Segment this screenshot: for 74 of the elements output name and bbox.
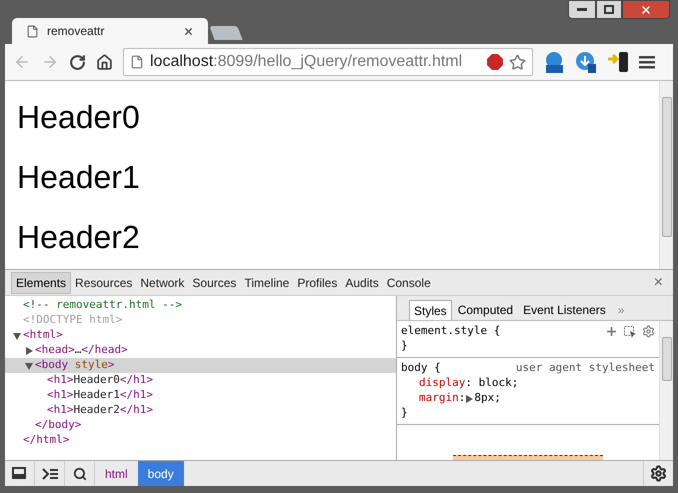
page-heading: Header2 <box>17 219 141 255</box>
breadcrumb[interactable]: html <box>95 461 138 486</box>
rule-source: user agent stylesheet <box>516 360 655 376</box>
dom-node-text: <html> <box>23 327 63 344</box>
devtools-tab[interactable]: Network <box>136 272 188 294</box>
rule-close: } <box>401 339 409 354</box>
maximize-button[interactable] <box>596 0 622 19</box>
rule-selector: body { <box>401 360 441 376</box>
page-icon <box>130 55 144 69</box>
styles-tab[interactable]: Event Listeners <box>519 300 610 320</box>
globe-badge-icon[interactable] <box>543 51 565 73</box>
phone-arrow-icon[interactable] <box>607 51 629 73</box>
collapsed-triangle-icon[interactable] <box>25 346 33 354</box>
devtools-tab[interactable]: Profiles <box>293 272 342 294</box>
dom-node-row[interactable]: <h1>Header0</h1> <box>5 373 396 388</box>
menu-icon[interactable] <box>639 55 655 69</box>
devtools-tab[interactable]: Sources <box>188 272 240 294</box>
dom-node-text: <h1>Header0</h1> <box>47 372 153 388</box>
dock-icon <box>12 466 28 480</box>
devtools-tab[interactable]: Timeline <box>240 272 294 294</box>
new-tab-button[interactable] <box>209 26 243 40</box>
expand-triangle-icon[interactable] <box>465 394 474 402</box>
dom-node-text: <head>…</head> <box>35 342 128 358</box>
dom-node-row[interactable]: <html> <box>5 328 396 343</box>
dom-node-text: <!DOCTYPE html> <box>23 312 122 328</box>
stop-sign-icon[interactable] <box>487 54 503 70</box>
close-devtools-button[interactable]: × <box>650 270 667 294</box>
expanded-triangle-icon[interactable] <box>25 362 33 370</box>
settings-icon[interactable] <box>642 325 655 338</box>
dom-node-text: <body style> <box>35 357 114 374</box>
add-icon[interactable] <box>605 325 618 338</box>
maximize-icon <box>604 5 614 14</box>
dom-node-row[interactable]: <head>…</head> <box>5 343 396 358</box>
expanded-triangle-icon[interactable] <box>13 332 21 340</box>
close-icon <box>640 4 652 16</box>
download-badge-icon[interactable] <box>575 51 597 73</box>
minimize-button[interactable] <box>568 0 596 19</box>
page-heading: Header1 <box>17 159 141 195</box>
page-heading: Header0 <box>17 99 141 135</box>
close-tab-icon[interactable] <box>183 26 194 36</box>
devtools-tab[interactable]: Resources <box>71 272 136 294</box>
css-property: margin: 8px; <box>418 391 502 406</box>
reload-icon[interactable] <box>69 54 86 70</box>
styles-tab[interactable]: Computed <box>454 300 518 320</box>
dom-node-row[interactable]: <body style> <box>5 358 396 373</box>
element-select-icon[interactable] <box>624 326 636 338</box>
dom-node-row[interactable]: <h1>Header2</h1> <box>5 403 396 418</box>
settings-icon <box>650 465 667 482</box>
scrollbar[interactable] <box>659 81 673 269</box>
closing-tag: </html> <box>23 432 70 449</box>
rule-close: } <box>401 406 409 421</box>
browser-tab[interactable]: removeattr <box>12 18 208 44</box>
prompt-icon <box>42 468 58 480</box>
address-bar[interactable]: localhost:8099/hello_jQuery/removeattr.html <box>123 48 533 76</box>
dom-node-text: <h1>Header2</h1> <box>47 402 153 418</box>
page-icon <box>26 24 39 38</box>
dom-node-row[interactable]: <h1>Header1</h1> <box>5 388 396 403</box>
devtools-tab[interactable]: Console <box>382 272 435 294</box>
search-icon <box>72 466 86 480</box>
styles-tab[interactable]: Styles <box>409 300 452 320</box>
breadcrumb[interactable]: body <box>138 461 184 486</box>
minimize-icon <box>577 8 587 12</box>
devtools-tab[interactable]: Elements <box>11 272 72 294</box>
star-icon[interactable] <box>509 54 526 70</box>
scrollbar[interactable] <box>659 321 673 460</box>
devtools-tab[interactable]: Audits <box>341 272 383 294</box>
close-window-button[interactable] <box>622 0 670 19</box>
closing-tag: </body> <box>35 417 82 434</box>
rule-selector: element.style { <box>401 323 500 340</box>
dom-node-text: <h1>Header1</h1> <box>47 387 153 404</box>
css-property: display: block; <box>418 376 520 391</box>
home-icon[interactable] <box>96 54 113 70</box>
dom-node-text: <!-- removeattr.html --> <box>23 297 182 314</box>
dom-node-row[interactable]: <!-- removeattr.html --> <box>5 298 396 313</box>
